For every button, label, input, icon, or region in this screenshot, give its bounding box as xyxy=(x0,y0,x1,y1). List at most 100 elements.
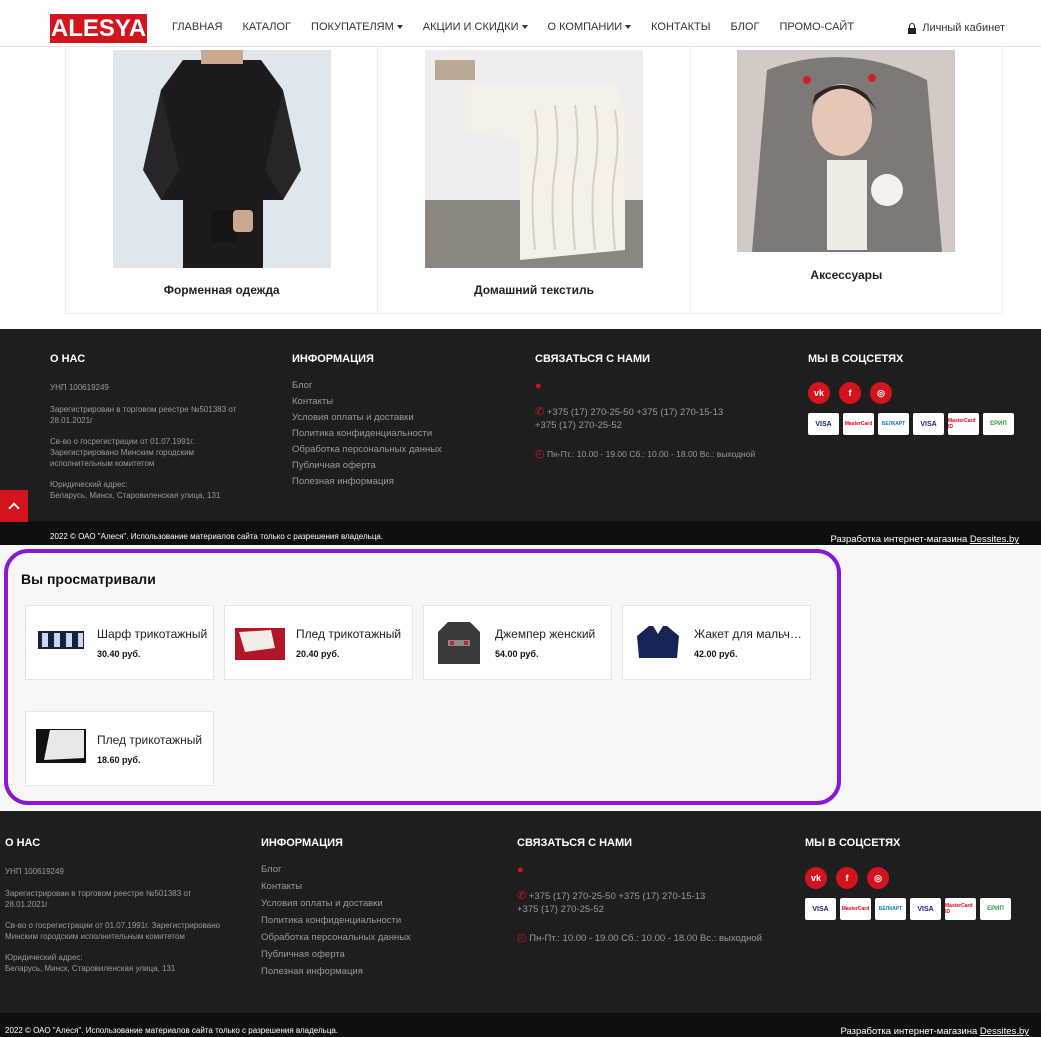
phone-icon: ✆ xyxy=(517,890,527,902)
working-hours: ◴ Пн-Пт.: 10.00 - 19.00 Сб.: 10.00 - 18.… xyxy=(517,932,787,945)
phone-line-2[interactable]: +375 (17) 270-25-52 xyxy=(517,904,604,915)
product-image xyxy=(36,618,86,668)
footer-link-privacy[interactable]: Политика конфиденциальности xyxy=(292,428,502,439)
footer-heading: МЫ В СОЦСЕТЯХ xyxy=(808,353,904,365)
account-link[interactable]: Личный кабинет xyxy=(908,22,1005,34)
footer-link-useful-info[interactable]: Полезная информация xyxy=(292,476,502,487)
footer-social: МЫ В СОЦСЕТЯХ vk f ◎ VISA MasterCard БЕЛ… xyxy=(808,353,1028,435)
nav-promotions[interactable]: АКЦИИ И СКИДКИ xyxy=(423,21,528,33)
account-label: Личный кабинет xyxy=(922,22,1005,34)
address-label: Юридический адрес: xyxy=(5,953,83,962)
footer-link-offer[interactable]: Публичная оферта xyxy=(292,460,502,471)
vk-icon[interactable]: vk xyxy=(808,382,830,404)
product-image xyxy=(434,618,484,668)
uniform-image xyxy=(113,50,331,268)
developer-link[interactable]: Dessites.by xyxy=(970,534,1019,545)
scroll-to-top-button[interactable] xyxy=(0,490,28,522)
nav-about[interactable]: О КОМПАНИИ xyxy=(548,21,632,33)
footer-link-delivery[interactable]: Условия оплаты и доставки xyxy=(261,898,491,909)
footer-heading: О НАС xyxy=(5,837,41,849)
registry-text: Зарегистрирован в торговом реестре №5013… xyxy=(50,405,237,425)
category-accessories[interactable]: Аксессуары xyxy=(691,47,1002,313)
nav-customers[interactable]: ПОКУПАТЕЛЯМ xyxy=(311,21,403,33)
footer-link-personal-data[interactable]: Обработка персональных данных xyxy=(292,444,502,455)
product-card[interactable]: Шарф трикотажный 30.40 руб. xyxy=(25,605,214,680)
product-card[interactable]: Жакет для мальчика 42.00 руб. xyxy=(622,605,811,680)
product-card[interactable]: Джемпер женский 54.00 руб. xyxy=(423,605,612,680)
certificate-text: Св-во о госрегистрации от 01.07.1991г. З… xyxy=(50,437,195,468)
developer-credit: Разработка интернет-магазина Dessites.by xyxy=(830,534,1019,545)
payment-logos: VISA MasterCard БЕЛКАРТ VISA MasterCard … xyxy=(808,413,1028,435)
product-price: 30.40 руб. xyxy=(97,649,141,659)
facebook-icon[interactable]: f xyxy=(839,382,861,404)
product-card[interactable]: Плед трикотажный 20.40 руб. xyxy=(224,605,413,680)
visa-logo: VISA xyxy=(805,898,836,920)
accessories-image xyxy=(736,50,955,252)
product-card[interactable]: Плед трикотажный 18.60 руб. xyxy=(25,711,214,786)
nav-label: ПРОМО-САЙТ xyxy=(779,21,855,33)
instagram-icon[interactable]: ◎ xyxy=(867,867,889,889)
footer-heading: СВЯЗАТЬСЯ С НАМИ xyxy=(517,837,633,849)
phone-line-2[interactable]: +375 (17) 270-25-52 xyxy=(535,420,622,431)
hours-text: Пн-Пт.: 10.00 - 19.00 Сб.: 10.00 - 18.00… xyxy=(546,449,756,459)
recently-viewed-section: Вы просматривали Шарф трикотажный 30.40 … xyxy=(4,549,841,805)
footer-link-contacts[interactable]: Контакты xyxy=(292,396,502,407)
nav-catalog[interactable]: КАТАЛОГ xyxy=(242,21,291,33)
unp-text: УНП 100619249 xyxy=(5,867,64,876)
nav-label: АКЦИИ И СКИДКИ xyxy=(422,21,519,33)
caret-down-icon xyxy=(625,25,632,29)
footer-about: О НАС УНП 100619249 Зарегистрирован в то… xyxy=(5,837,235,974)
mastercard-id-logo: MasterCard ID xyxy=(945,898,976,920)
developer-text: Разработка интернет-магазина xyxy=(830,534,970,545)
erip-logo: ЕРИП xyxy=(980,898,1011,920)
developer-link[interactable]: Dessites.by xyxy=(980,1026,1029,1037)
category-label: Домашний текстиль xyxy=(474,283,594,297)
clock-icon: ◴ xyxy=(517,932,527,944)
copyright-bar: 2022 © ОАО "Алеся". Использование матери… xyxy=(0,521,1041,545)
phone-line-1[interactable]: +375 (17) 270-25-50 +375 (17) 270-15-13 xyxy=(529,891,705,902)
category-grid: Форменная одежда Домашний текстиль Аксес… xyxy=(65,47,1003,314)
product-price: 20.40 руб. xyxy=(296,649,340,659)
product-price: 54.00 руб. xyxy=(495,649,539,659)
facebook-icon[interactable]: f xyxy=(836,867,858,889)
copyright-text: 2022 © ОАО "Алеся". Использование матери… xyxy=(50,532,384,541)
footer-link-personal-data[interactable]: Обработка персональных данных xyxy=(261,932,491,943)
phone-line-1[interactable]: +375 (17) 270-25-50 +375 (17) 270-15-13 xyxy=(547,407,723,418)
nav-blog[interactable]: БЛОГ xyxy=(730,21,759,33)
copyright-text: 2022 © ОАО "Алеся". Использование матери… xyxy=(5,1026,339,1035)
footer-link-offer[interactable]: Публичная оферта xyxy=(261,949,491,960)
footer-link-delivery[interactable]: Условия оплаты и доставки xyxy=(292,412,502,423)
mastercard-id-logo: MasterCard ID xyxy=(948,413,979,435)
phone-icon: ✆ xyxy=(535,406,545,418)
instagram-icon[interactable]: ◎ xyxy=(870,382,892,404)
logo[interactable]: ALESYA xyxy=(50,14,147,43)
nav-contacts[interactable]: КОНТАКТЫ xyxy=(651,21,710,33)
vk-icon[interactable]: vk xyxy=(805,867,827,889)
footer-link-useful-info[interactable]: Полезная информация xyxy=(261,966,491,977)
map-marker-icon: ● xyxy=(535,380,542,392)
payment-logos: VISA MasterCard БЕЛКАРТ VISA MasterCard … xyxy=(805,898,1035,920)
erip-logo: ЕРИП xyxy=(983,413,1014,435)
product-name: Джемпер женский xyxy=(495,627,596,641)
nav-promo-site[interactable]: ПРОМО-САЙТ xyxy=(779,21,854,33)
product-image xyxy=(235,618,285,668)
category-home-textile[interactable]: Домашний текстиль xyxy=(378,47,691,313)
hours-text: Пн-Пт.: 10.00 - 19.00 Сб.: 10.00 - 18.00… xyxy=(529,933,762,944)
product-image xyxy=(633,618,683,668)
product-price: 42.00 руб. xyxy=(694,649,738,659)
footer-link-blog[interactable]: Блог xyxy=(292,380,502,391)
footer-link-blog[interactable]: Блог xyxy=(261,864,491,875)
product-name: Плед трикотажный xyxy=(97,733,203,747)
nav-home[interactable]: ГЛАВНАЯ xyxy=(172,21,222,33)
nav-label: ПОКУПАТЕЛЯМ xyxy=(311,21,394,33)
footer-contact: СВЯЗАТЬСЯ С НАМИ ● ✆ +375 (17) 270-25-50… xyxy=(517,837,787,945)
footer-heading: ИНФОРМАЦИЯ xyxy=(261,837,343,849)
phones: ✆ +375 (17) 270-25-50 +375 (17) 270-15-1… xyxy=(517,890,787,916)
nav-label: О КОМПАНИИ xyxy=(547,21,623,33)
footer-link-privacy[interactable]: Политика конфиденциальности xyxy=(261,915,491,926)
developer-credit: Разработка интернет-магазина Dessites.by xyxy=(840,1026,1029,1037)
footer-link-contacts[interactable]: Контакты xyxy=(261,881,491,892)
category-uniform[interactable]: Форменная одежда xyxy=(66,47,379,313)
footer-info: ИНФОРМАЦИЯ Блог Контакты Условия оплаты … xyxy=(261,837,491,977)
nav-label: КАТАЛОГ xyxy=(242,21,292,33)
